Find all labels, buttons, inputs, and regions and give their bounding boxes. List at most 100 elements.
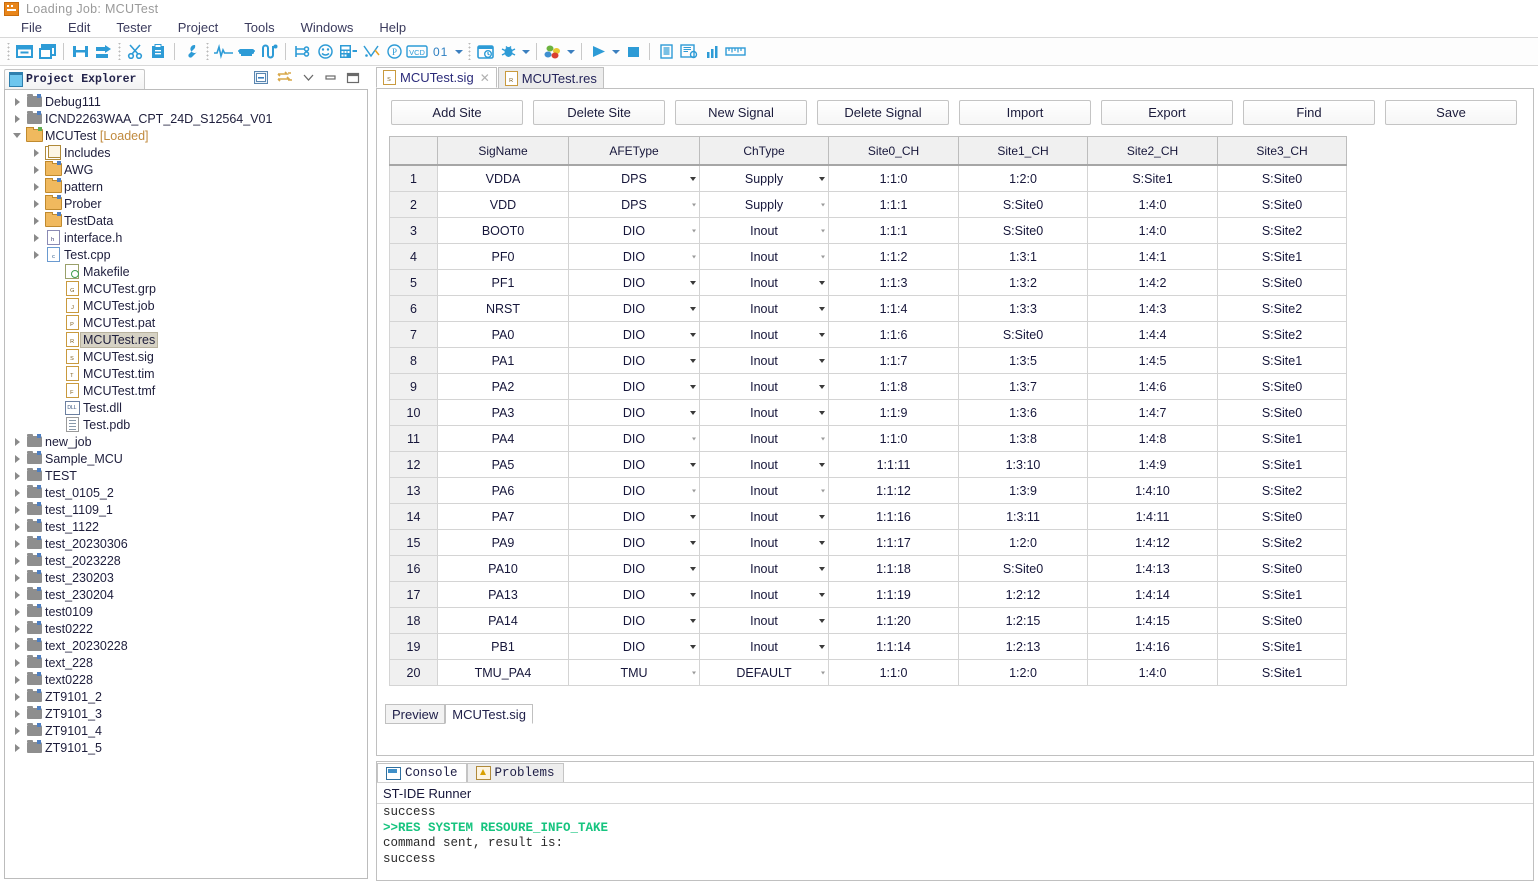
- cell-site3-ch[interactable]: S:Site2: [1218, 322, 1347, 348]
- cell-site1-ch[interactable]: 1:3:6: [959, 400, 1088, 426]
- cell-chtype[interactable]: Inout: [700, 608, 829, 634]
- project-tree[interactable]: Debug111ICND2263WAA_CPT_24D_S12564_V01MC…: [4, 89, 368, 879]
- cell-site2-ch[interactable]: 1:4:16: [1088, 634, 1218, 660]
- cell-site1-ch[interactable]: 1:3:5: [959, 348, 1088, 374]
- cell-site1-ch[interactable]: 1:2:15: [959, 608, 1088, 634]
- tree-item-mcutest-job[interactable]: JMCUTest.job: [5, 297, 367, 314]
- palette-icon[interactable]: [542, 41, 564, 63]
- probe-icon[interactable]: P: [383, 41, 405, 63]
- toolbar-grip-2[interactable]: [117, 43, 121, 60]
- cell-site0-ch[interactable]: 1:1:16: [829, 504, 959, 530]
- open-multiple-icon[interactable]: [36, 41, 58, 63]
- chevron-down-icon[interactable]: [690, 281, 696, 285]
- cell-signame[interactable]: PF1: [438, 270, 569, 296]
- chevron-down-icon[interactable]: [692, 489, 696, 492]
- import-button[interactable]: Import: [959, 100, 1091, 125]
- cell-signame[interactable]: PB1: [438, 634, 569, 660]
- run-dropdown-arrow[interactable]: [610, 41, 621, 63]
- tree-item-prober[interactable]: Prober: [5, 195, 367, 212]
- cell-site0-ch[interactable]: 1:1:17: [829, 530, 959, 556]
- table-row[interactable]: 10PA3DIOInout1:1:91:3:61:4:7S:Site0: [390, 400, 1347, 426]
- cell-site0-ch[interactable]: 1:1:7: [829, 348, 959, 374]
- cell-signame[interactable]: PA5: [438, 452, 569, 478]
- cell-site2-ch[interactable]: 1:4:14: [1088, 582, 1218, 608]
- save-button[interactable]: Save: [1385, 100, 1517, 125]
- cell-site1-ch[interactable]: S:Site0: [959, 322, 1088, 348]
- cell-site3-ch[interactable]: S:Site1: [1218, 244, 1347, 270]
- cell-afetype[interactable]: DIO: [569, 426, 700, 452]
- console-log[interactable]: success>>RES SYSTEM RESOURE_INFO_TAKEcom…: [377, 804, 1533, 880]
- cell-site0-ch[interactable]: 1:1:1: [829, 218, 959, 244]
- cell-site2-ch[interactable]: 1:4:13: [1088, 556, 1218, 582]
- channel-dropdown-arrow[interactable]: [453, 41, 464, 63]
- cell-signame[interactable]: PA3: [438, 400, 569, 426]
- vcd-icon[interactable]: VCD: [406, 41, 428, 63]
- tree-item-mcutest-grp[interactable]: GMCUTest.grp: [5, 280, 367, 297]
- column-chtype[interactable]: ChType: [700, 137, 829, 166]
- tree-item-mcutest-pat[interactable]: PMCUTest.pat: [5, 314, 367, 331]
- cell-signame[interactable]: PA10: [438, 556, 569, 582]
- chevron-down-icon[interactable]: [819, 645, 825, 649]
- tree-expander[interactable]: [9, 608, 25, 616]
- cell-site3-ch[interactable]: S:Site1: [1218, 660, 1347, 686]
- tree-item-test-pdb[interactable]: Test.pdb: [5, 416, 367, 433]
- chevron-down-icon[interactable]: [819, 359, 825, 363]
- open-icon[interactable]: [13, 41, 35, 63]
- debug-dropdown-arrow[interactable]: [520, 41, 531, 63]
- cell-site2-ch[interactable]: 1:4:3: [1088, 296, 1218, 322]
- cell-site1-ch[interactable]: S:Site0: [959, 556, 1088, 582]
- chevron-down-icon[interactable]: [692, 203, 696, 206]
- cell-site3-ch[interactable]: S:Site1: [1218, 634, 1347, 660]
- cell-site0-ch[interactable]: 1:1:6: [829, 322, 959, 348]
- cell-chtype[interactable]: Inout: [700, 504, 829, 530]
- cell-site3-ch[interactable]: S:Site1: [1218, 452, 1347, 478]
- cell-site0-ch[interactable]: 1:1:4: [829, 296, 959, 322]
- tree-expander[interactable]: [9, 676, 25, 684]
- table-row[interactable]: 8PA1DIOInout1:1:71:3:51:4:5S:Site1: [390, 348, 1347, 374]
- cell-signame[interactable]: PA1: [438, 348, 569, 374]
- cell-afetype[interactable]: DIO: [569, 322, 700, 348]
- chevron-down-icon[interactable]: [819, 307, 825, 311]
- cell-site1-ch[interactable]: 1:3:8: [959, 426, 1088, 452]
- tree-item-sample-mcu[interactable]: Sample_MCU: [5, 450, 367, 467]
- table-row[interactable]: 2VDDDPSSupply1:1:1S:Site01:4:0S:Site0: [390, 192, 1347, 218]
- cell-site0-ch[interactable]: 1:1:8: [829, 374, 959, 400]
- cell-signame[interactable]: PA0: [438, 322, 569, 348]
- tree-expander[interactable]: [28, 251, 44, 259]
- cell-site3-ch[interactable]: S:Site0: [1218, 608, 1347, 634]
- chevron-down-icon[interactable]: [819, 593, 825, 597]
- cell-afetype[interactable]: DIO: [569, 400, 700, 426]
- chevron-down-icon[interactable]: [690, 619, 696, 623]
- cell-site3-ch[interactable]: S:Site0: [1218, 504, 1347, 530]
- tree-item-zt9101-4[interactable]: ZT9101_4: [5, 722, 367, 739]
- table-row[interactable]: 7PA0DIOInout1:1:6S:Site01:4:4S:Site2: [390, 322, 1347, 348]
- export-button[interactable]: Export: [1101, 100, 1233, 125]
- cell-site2-ch[interactable]: 1:4:11: [1088, 504, 1218, 530]
- tree-item-mcutest-tim[interactable]: TMCUTest.tim: [5, 365, 367, 382]
- tree-expander[interactable]: [9, 115, 25, 123]
- cell-chtype[interactable]: Inout: [700, 218, 829, 244]
- table-row[interactable]: 9PA2DIOInout1:1:81:3:71:4:6S:Site0: [390, 374, 1347, 400]
- menu-tools[interactable]: Tools: [231, 20, 287, 35]
- cell-site0-ch[interactable]: 1:1:0: [829, 660, 959, 686]
- tree-item-makefile[interactable]: Makefile: [5, 263, 367, 280]
- cell-site2-ch[interactable]: 1:4:9: [1088, 452, 1218, 478]
- column-afetype[interactable]: AFEType: [569, 137, 700, 166]
- device-icon[interactable]: [235, 41, 257, 63]
- tree-expander[interactable]: [28, 217, 44, 225]
- table-row[interactable]: 19PB1DIOInout1:1:141:2:131:4:16S:Site1: [390, 634, 1347, 660]
- tree-item-test-230203[interactable]: test_230203: [5, 569, 367, 586]
- cell-chtype[interactable]: Inout: [700, 556, 829, 582]
- tree-item-new-job[interactable]: new_job: [5, 433, 367, 450]
- cell-signame[interactable]: PA9: [438, 530, 569, 556]
- column-site3-ch[interactable]: Site3_CH: [1218, 137, 1347, 166]
- chevron-down-icon[interactable]: [819, 333, 825, 337]
- cell-site3-ch[interactable]: S:Site1: [1218, 348, 1347, 374]
- cell-afetype[interactable]: TMU: [569, 660, 700, 686]
- cell-site3-ch[interactable]: S:Site2: [1218, 218, 1347, 244]
- menu-help[interactable]: Help: [366, 20, 419, 35]
- cell-signame[interactable]: TMU_PA4: [438, 660, 569, 686]
- tree-expander[interactable]: [9, 557, 25, 565]
- tree-item-interface-h[interactable]: hinterface.h: [5, 229, 367, 246]
- cell-chtype[interactable]: DEFAULT: [700, 660, 829, 686]
